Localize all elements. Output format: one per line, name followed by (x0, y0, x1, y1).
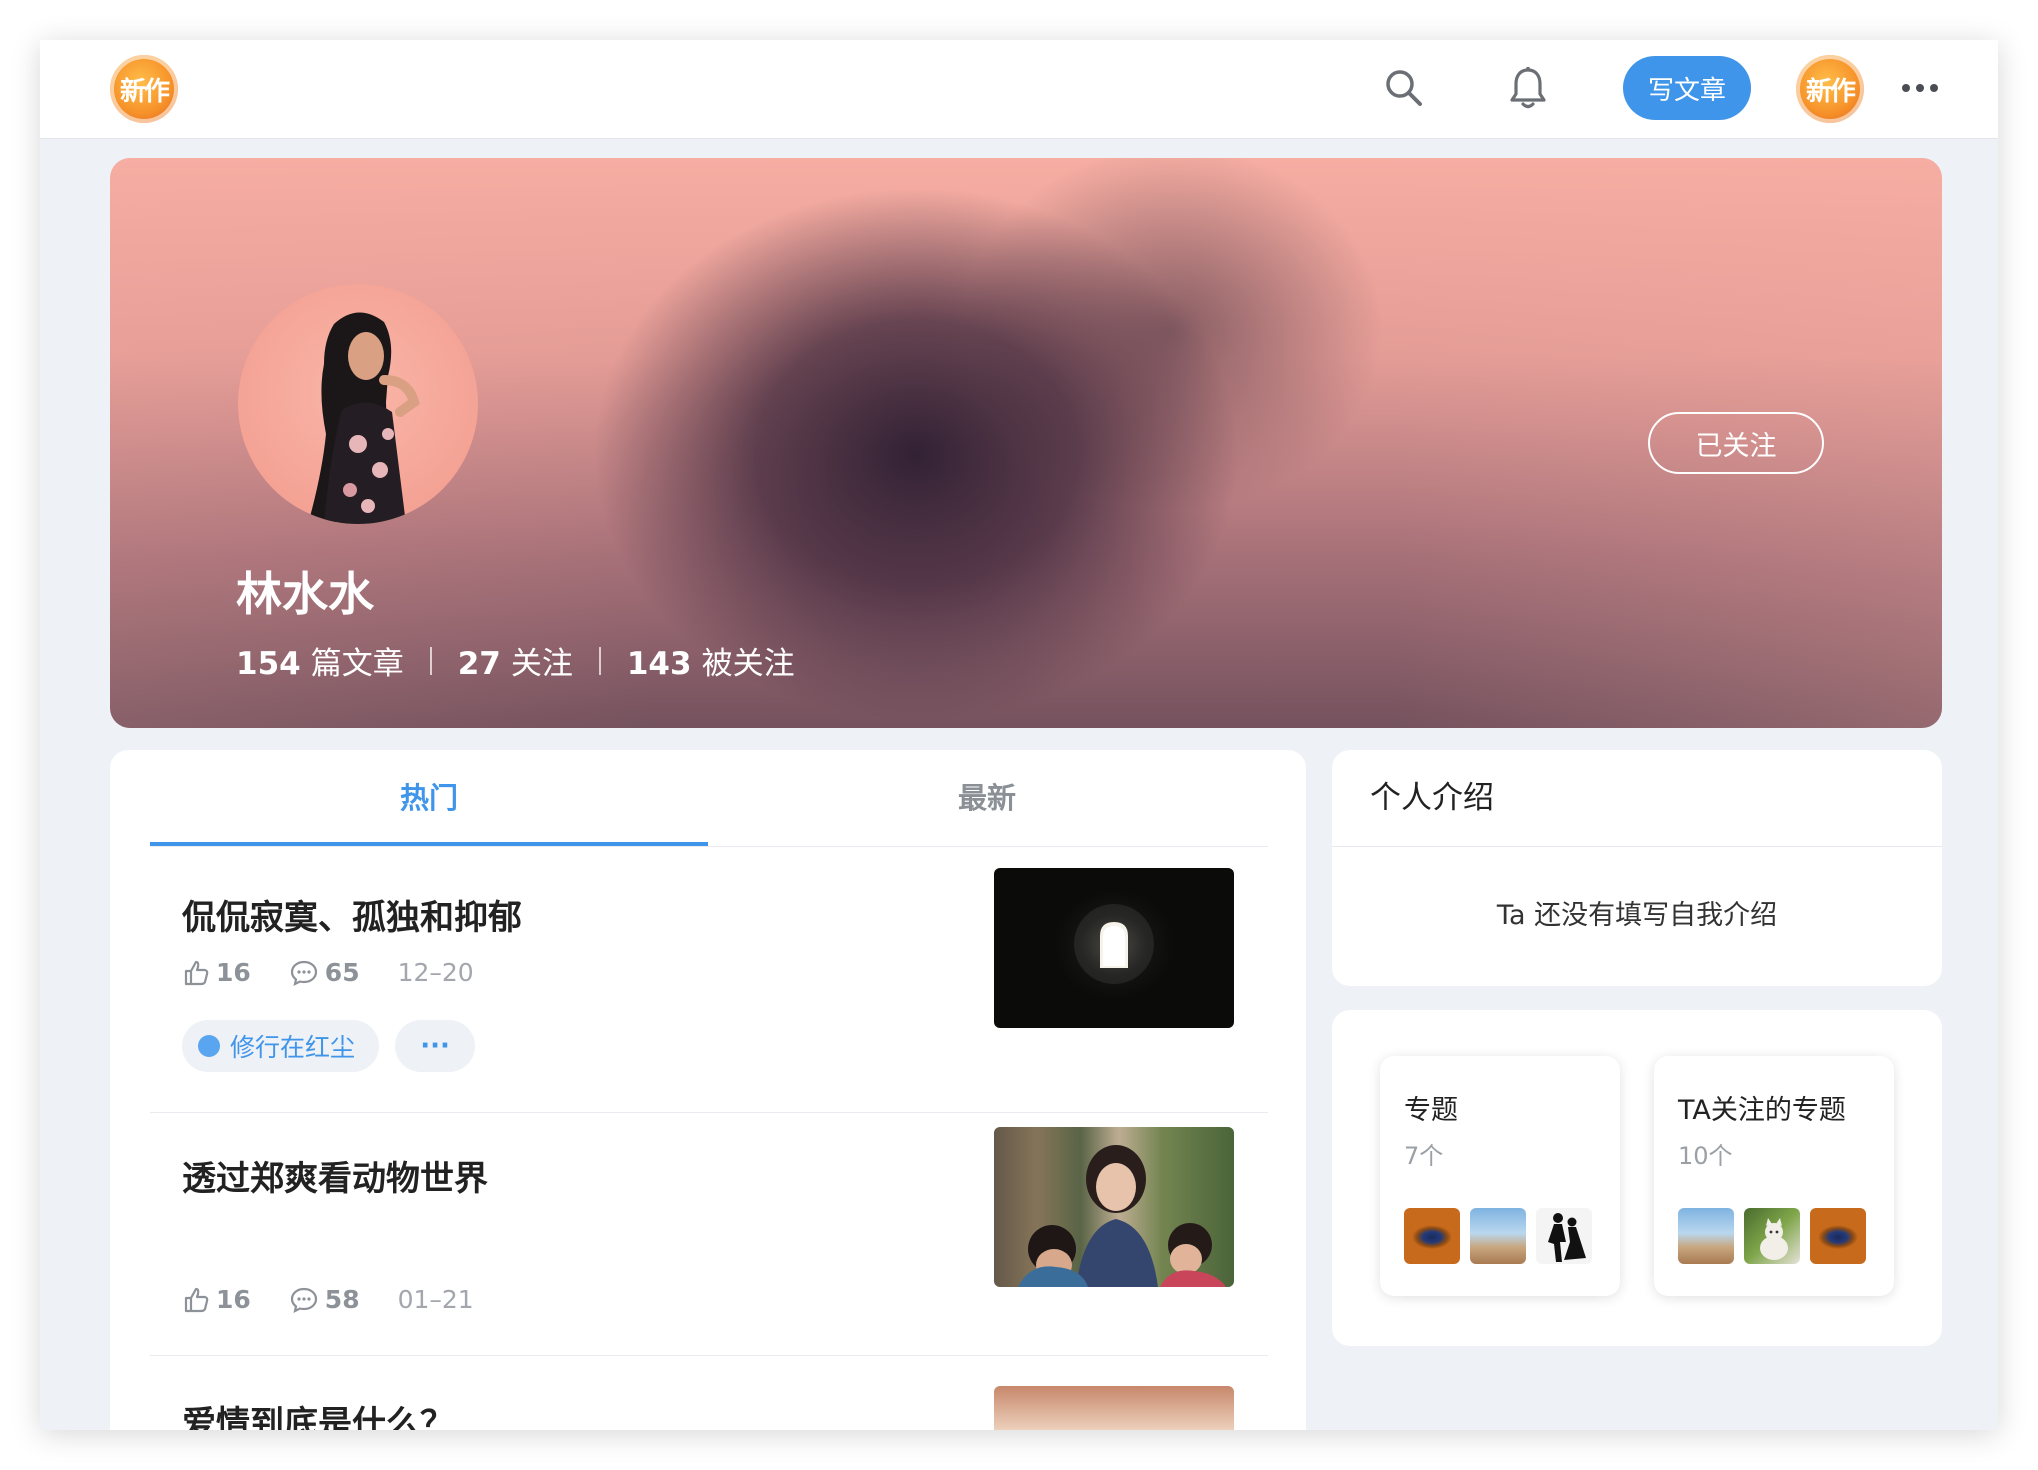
search-icon (1386, 70, 1422, 106)
comment-count-value: 65 (324, 958, 360, 987)
top-navigation-bar: 新作 写文章 新作 (40, 40, 1998, 139)
article-list-card: 热门 最新 侃侃寂寞、孤独和抑郁 16 65 12–20 修行在红尘 ··· 透… (110, 750, 1306, 1430)
article-tabs: 热门 最新 (150, 750, 1268, 847)
stat-following[interactable]: 27 关注 (458, 638, 573, 683)
profile-name: 林水水 (236, 567, 374, 621)
followed-topics-card[interactable]: TA关注的专题 10个 (1654, 1056, 1894, 1296)
topic-tag-label: 修行在红尘 (230, 1033, 356, 1062)
article-meta: 16 58 01–21 (182, 1285, 512, 1314)
profile-banner: 林水水 154 篇文章 27 关注 143 被关注 已关注 (110, 158, 1942, 728)
topic-tag-icon (198, 1035, 220, 1057)
like-count[interactable]: 16 (182, 958, 251, 987)
comment-count-value: 58 (324, 1285, 360, 1314)
topic-card-count: 10个 (1678, 1142, 1733, 1170)
article-title[interactable]: 侃侃寂寞、孤独和抑郁 (182, 890, 522, 939)
topic-card-count: 7个 (1404, 1142, 1444, 1170)
more-menu-button[interactable] (1892, 60, 1948, 116)
stat-followers-label: 被关注 (701, 646, 795, 682)
personal-intro-text: Ta 还没有填写自我介绍 (1496, 900, 1778, 931)
profile-stats: 154 篇文章 27 关注 143 被关注 (236, 638, 795, 683)
personal-intro-title: 个人介绍 (1370, 780, 1494, 816)
like-count[interactable]: 16 (182, 1285, 251, 1314)
comment-count[interactable]: 58 (289, 1285, 360, 1314)
write-article-button[interactable]: 写文章 (1623, 56, 1751, 120)
stat-followers[interactable]: 143 被关注 (627, 638, 795, 683)
article-thumbnail[interactable] (994, 1386, 1234, 1430)
search-button[interactable] (1376, 60, 1432, 116)
app-window: 新作 写文章 新作 林水水 154 篇文章 27 关注 143 被关注 已关注 … (40, 40, 1998, 1430)
article-title[interactable]: 爱情到底是什么？ (182, 1396, 454, 1430)
topic-tag[interactable]: 修行在红尘 (182, 1020, 380, 1072)
comment-icon (290, 960, 317, 986)
notifications-button[interactable] (1500, 60, 1556, 116)
article-tags: 修行在红尘 ··· (182, 1020, 476, 1072)
bell-icon (1510, 67, 1546, 109)
topic-thumbnail (1744, 1208, 1800, 1264)
stat-divider (429, 646, 432, 675)
topic-thumbnail (1404, 1208, 1460, 1264)
thumbs-up-icon (184, 960, 209, 985)
topic-thumbnails (1678, 1208, 1876, 1264)
personal-intro-card: 个人介绍 Ta 还没有填写自我介绍 (1332, 750, 1942, 986)
topic-thumbnail (1536, 1208, 1592, 1264)
user-avatar-text: 新作 (1805, 76, 1856, 107)
stat-following-count: 27 (457, 646, 501, 682)
stat-articles-label: 篇文章 (310, 646, 404, 682)
article-title[interactable]: 透过郑爽看动物世界 (182, 1151, 488, 1200)
topic-thumbnail (1678, 1208, 1734, 1264)
dancers-silhouette-image (1548, 1213, 1586, 1262)
topic-card-title: TA关注的专题 (1678, 1095, 1846, 1126)
site-logo-text: 新作 (119, 76, 170, 107)
stat-articles[interactable]: 154 篇文章 (236, 638, 404, 683)
topic-card-title: 专题 (1404, 1095, 1458, 1126)
tv-show-still-image (994, 1127, 1234, 1287)
tab-hot[interactable]: 热门 (150, 750, 708, 846)
profile-portrait-image (308, 312, 420, 524)
stat-followers-count: 143 (626, 646, 692, 682)
topic-thumbnail (1470, 1208, 1526, 1264)
topics-card: 专题 7个 TA关注的专题 10个 (1332, 1010, 1942, 1346)
topic-thumbnail (1810, 1208, 1866, 1264)
comment-icon (290, 1287, 317, 1313)
article-date: 01–21 (397, 1285, 474, 1314)
more-horizontal-icon (1902, 84, 1938, 92)
site-logo[interactable]: 新作 (110, 55, 178, 123)
article-thumbnail[interactable] (994, 868, 1234, 1028)
stat-divider (598, 646, 601, 675)
tunnel-light-image (1074, 904, 1154, 984)
comment-count[interactable]: 65 (289, 958, 360, 987)
cat-image (1760, 1218, 1788, 1260)
article-meta: 16 65 12–20 (182, 958, 512, 987)
article-thumbnail[interactable] (994, 1127, 1234, 1287)
follow-button[interactable]: 已关注 (1648, 412, 1824, 474)
tab-latest[interactable]: 最新 (708, 750, 1266, 846)
list-item[interactable]: 透过郑爽看动物世界 16 58 01–21 (150, 1113, 1268, 1356)
topic-thumbnails (1404, 1208, 1602, 1264)
created-topics-card[interactable]: 专题 7个 (1380, 1056, 1620, 1296)
article-date: 12–20 (397, 958, 474, 987)
list-item[interactable]: 侃侃寂寞、孤独和抑郁 16 65 12–20 修行在红尘 ··· (150, 846, 1268, 1113)
stat-following-label: 关注 (510, 646, 573, 682)
like-count-value: 16 (216, 1285, 251, 1314)
stat-articles-count: 154 (236, 646, 301, 682)
thumbs-up-icon (184, 1287, 209, 1312)
list-item[interactable]: 爱情到底是什么？ (150, 1356, 1268, 1430)
profile-avatar (238, 284, 478, 524)
more-tags-button[interactable]: ··· (395, 1020, 476, 1072)
user-avatar[interactable]: 新作 (1796, 55, 1864, 123)
like-count-value: 16 (216, 958, 251, 987)
